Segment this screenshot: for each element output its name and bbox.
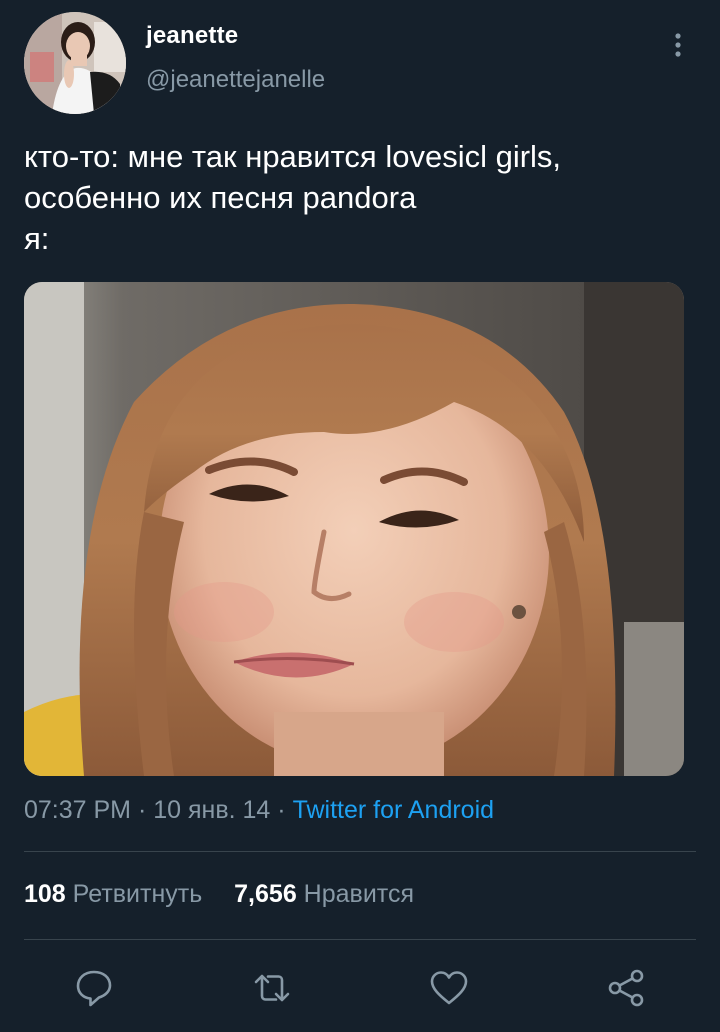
avatar-image — [24, 12, 126, 114]
likes-label: Нравится — [303, 880, 414, 908]
tweet-date: 10 янв. 14 — [153, 796, 271, 824]
tweet-text-line: я: — [24, 221, 50, 256]
retweets-count: 108 — [24, 880, 66, 908]
reply-icon — [76, 970, 112, 1007]
retweet-icon — [254, 974, 290, 1002]
photo-image — [24, 282, 684, 776]
avatar[interactable] — [24, 12, 126, 114]
tweet-text-line: особенно их песня pandora — [24, 180, 417, 215]
meta-separator: · — [137, 796, 147, 824]
tweet-text: кто-то: мне так нравится lovesicl girls,… — [24, 136, 696, 259]
reply-button[interactable] — [72, 966, 116, 1010]
tweet-time: 07:37 PM — [24, 796, 132, 824]
share-icon — [608, 969, 644, 1007]
tweet-source-link[interactable]: Twitter for Android — [293, 796, 494, 824]
more-vertical-icon — [675, 33, 681, 57]
tweet-meta: 07:37 PM · 10 янв. 14 · Twitter for Andr… — [24, 796, 494, 825]
author-handle[interactable]: @jeanettejanelle — [146, 66, 325, 94]
more-options-button[interactable] — [664, 28, 692, 64]
retweets-label: Ретвитнуть — [72, 880, 203, 908]
tweet-detail-screen: jeanette @jeanettejanelle кто-то: мне та… — [0, 0, 720, 1032]
likes-count: 7,656 — [234, 880, 297, 908]
likes-stat[interactable]: 7,656 Нравится — [234, 880, 414, 908]
share-button[interactable] — [604, 966, 648, 1010]
author-display-name[interactable]: jeanette — [146, 22, 238, 50]
like-button[interactable] — [427, 966, 471, 1010]
tweet-stats: 108 Ретвитнуть 7,656 Нравится — [24, 880, 414, 909]
retweet-button[interactable] — [250, 966, 294, 1010]
divider — [24, 851, 696, 852]
meta-separator: · — [277, 796, 286, 824]
tweet-photo[interactable] — [24, 282, 684, 776]
divider — [24, 939, 696, 940]
retweets-stat[interactable]: 108 Ретвитнуть — [24, 880, 209, 908]
heart-icon — [430, 971, 468, 1005]
tweet-text-line: кто-то: мне так нравится lovesicl girls, — [24, 139, 562, 174]
